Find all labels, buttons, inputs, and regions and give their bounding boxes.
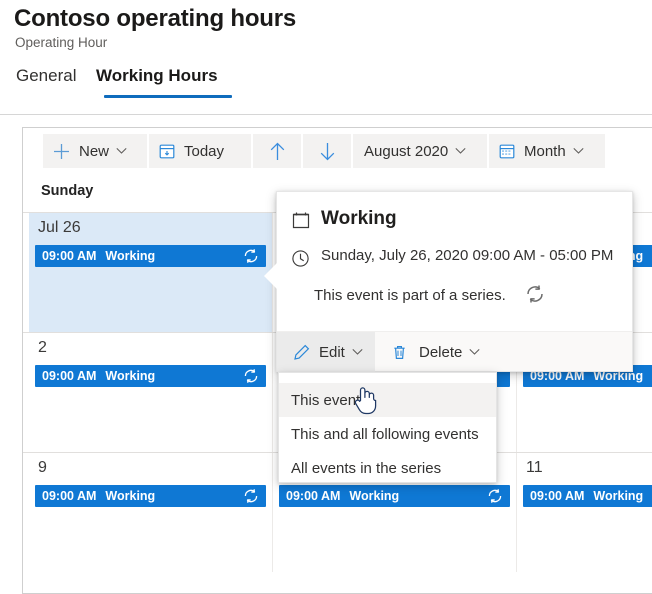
next-period-button[interactable] <box>303 134 351 168</box>
event-time: 09:00 AM <box>286 489 341 503</box>
edit-button[interactable]: Edit <box>277 332 375 372</box>
recurring-icon <box>525 284 545 309</box>
menu-item-label: This event <box>291 391 361 409</box>
calendar-command-bar: New Today August 2020 Month <box>23 128 652 174</box>
page-title: Contoso operating hours <box>14 5 297 32</box>
tab-general[interactable]: General <box>12 66 80 100</box>
event-title: Working <box>593 489 644 503</box>
recurring-icon <box>243 488 259 509</box>
chevron-down-icon <box>352 343 363 361</box>
event-time: 09:00 AM <box>42 249 97 263</box>
trash-icon <box>391 344 408 361</box>
callout-action-bar: Edit Delete <box>277 331 632 372</box>
day-cell[interactable]: Jul 26 09:00 AM Working <box>29 213 273 332</box>
event-title: Working <box>105 249 156 263</box>
today-calendar-icon <box>159 143 175 159</box>
calendar-event[interactable]: 09:00 AM Working <box>523 485 652 507</box>
menu-item-this-event[interactable]: This event <box>279 383 496 417</box>
date-range-button[interactable]: August 2020 <box>353 134 487 168</box>
date-range-label: August 2020 <box>364 142 449 160</box>
header-divider <box>0 114 652 115</box>
today-button[interactable]: Today <box>149 134 251 168</box>
delete-button-label: Delete <box>419 343 463 361</box>
page-header: Contoso operating hours Operating Hour G… <box>0 0 652 115</box>
chevron-down-icon <box>469 343 480 361</box>
today-button-label: Today <box>184 142 225 160</box>
calendar-event[interactable]: 09:00 AM Working <box>35 245 266 267</box>
event-time: 09:00 AM <box>42 489 97 503</box>
recurring-icon <box>243 368 259 389</box>
callout-series-note: This event is part of a series. <box>314 287 506 304</box>
menu-item-label: This and all following events <box>291 425 479 443</box>
page-subtitle: Operating Hour <box>15 35 108 50</box>
edit-dropdown-menu: This event This and all following events… <box>278 372 497 483</box>
day-number: Jul 26 <box>38 219 81 236</box>
chevron-down-icon <box>573 142 584 160</box>
view-selector-button[interactable]: Month <box>489 134 605 168</box>
arrow-down-icon <box>319 142 336 161</box>
recurring-icon <box>243 248 259 269</box>
calendar-event[interactable]: 09:00 AM Working <box>35 485 266 507</box>
new-button-label: New <box>79 142 110 160</box>
event-details-callout: Working Sunday, July 26, 2020 09:00 AM -… <box>264 191 633 372</box>
view-selector-label: Month <box>524 142 566 160</box>
menu-item-all-events[interactable]: All events in the series <box>279 451 496 485</box>
day-number: 11 <box>526 459 543 476</box>
callout-title: Working <box>321 208 397 229</box>
event-title: Working <box>349 489 400 503</box>
previous-period-button[interactable] <box>253 134 301 168</box>
event-title: Working <box>105 369 156 383</box>
clock-icon <box>291 249 310 273</box>
callout-datetime: Sunday, July 26, 2020 09:00 AM - 05:00 P… <box>321 247 614 264</box>
event-time: 09:00 AM <box>42 369 97 383</box>
event-title: Working <box>105 489 156 503</box>
app-root: Contoso operating hours Operating Hour G… <box>0 0 652 594</box>
menu-item-label: All events in the series <box>291 459 442 477</box>
day-number: 9 <box>38 459 47 476</box>
month-calendar-icon <box>499 143 515 159</box>
weekday-header-sunday: Sunday <box>41 183 94 199</box>
chevron-down-icon <box>455 142 466 160</box>
plus-icon <box>53 143 70 160</box>
day-number: 2 <box>38 339 47 356</box>
arrow-up-icon <box>269 142 286 161</box>
menu-item-following-events[interactable]: This and all following events <box>279 417 496 451</box>
recurring-icon <box>487 488 503 509</box>
tab-selected-underline <box>104 95 232 98</box>
day-cell[interactable]: 11 09:00 AM Working <box>517 453 652 572</box>
day-cell[interactable]: 2 09:00 AM Working <box>29 333 273 452</box>
chevron-down-icon <box>116 142 127 160</box>
event-time: 09:00 AM <box>530 489 585 503</box>
delete-button[interactable]: Delete <box>381 332 501 372</box>
calendar-event[interactable]: 09:00 AM Working <box>279 485 510 507</box>
calendar-icon <box>291 210 311 235</box>
day-cell[interactable]: 9 09:00 AM Working <box>29 453 273 572</box>
new-button[interactable]: New <box>43 134 147 168</box>
pencil-icon <box>293 344 310 361</box>
edit-button-label: Edit <box>319 343 345 361</box>
calendar-event[interactable]: 09:00 AM Working <box>35 365 266 387</box>
